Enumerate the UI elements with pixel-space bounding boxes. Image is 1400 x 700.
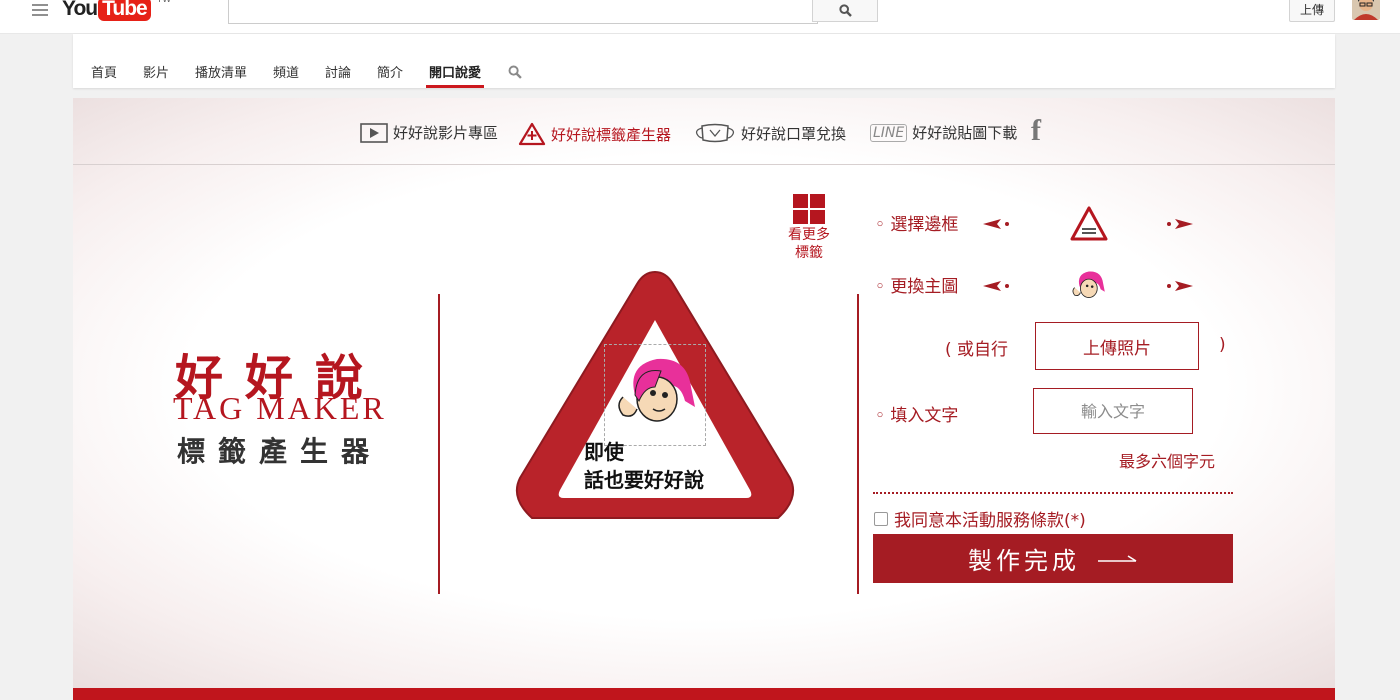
upload-photo-button[interactable]: 上傳照片 (1035, 322, 1199, 370)
image-label: ◦ 更換主圖 (875, 277, 959, 297)
image-prev-arrow-icon[interactable] (983, 280, 1011, 292)
search-icon (838, 3, 852, 17)
youtube-logo[interactable]: You Tube TW (62, 0, 171, 24)
or-self-label: ( 或自行 (945, 340, 1009, 360)
agree-checkbox[interactable] (874, 511, 888, 526)
banner-nav-label: 好好說標籤產生器 (551, 125, 672, 144)
logo-you: You (62, 0, 98, 20)
make-button-label: 製作完成 (968, 547, 1080, 575)
frame-prev-arrow-icon[interactable] (983, 218, 1011, 230)
agree-terms[interactable]: 我同意本活動服務條款(*) (874, 506, 1086, 531)
channel-nav: 首頁 影片 播放清單 頻道 討論 簡介 開口說愛 (73, 34, 1335, 88)
divider-left (438, 294, 440, 594)
text-label: ◦ 填入文字 (875, 406, 959, 426)
frame-next-arrow-icon[interactable] (1165, 218, 1193, 230)
tag-preview: 即使 話也要好好說 (510, 264, 800, 526)
logo-region: TW (156, 0, 172, 5)
tag-plus-icon (518, 122, 546, 146)
banner-nav-tag-generator[interactable]: 好好說標籤產生器 (518, 122, 671, 146)
more-tags-line1: 看更多 (788, 227, 830, 243)
search-button[interactable] (812, 0, 878, 22)
bottom-strip (73, 688, 1335, 700)
long-arrow-icon (1098, 553, 1138, 565)
mask-icon (694, 122, 736, 144)
brand-subtitle: 標籤產生器 (177, 435, 383, 468)
banner-nav-label: 好好說影片專區 (393, 124, 499, 142)
avatar[interactable] (1352, 0, 1380, 20)
masthead: You Tube TW 上傳 (0, 0, 1400, 34)
logo-tube: Tube (98, 0, 151, 21)
max-chars-hint: 最多六個字元 (1119, 452, 1216, 471)
upload-button[interactable]: 上傳 (1289, 0, 1335, 22)
banner-nav-label: 好好說貼圖下載 (912, 124, 1018, 142)
banner-nav-sticker-download[interactable]: LINE 好好說貼圖下載 (870, 122, 1017, 143)
image-thumbnail (1072, 271, 1105, 299)
tag-maker-banner: 好好說影片專區 好好說標籤產生器 好好說口罩兌換 LINE 好好說貼圖下載 f … (73, 98, 1335, 700)
tag-text-input[interactable] (1033, 388, 1193, 434)
photo-placeholder (604, 344, 706, 446)
tab-videos[interactable]: 影片 (143, 62, 169, 88)
more-tags-line2: 標籤 (795, 245, 823, 261)
line-icon: LINE (870, 123, 908, 142)
tag-text-line1: 即使 (584, 440, 624, 464)
banner-nav: 好好說影片專區 好好說標籤產生器 好好說口罩兌換 LINE 好好說貼圖下載 f (73, 98, 1335, 165)
agree-label: 我同意本活動服務條款(*) (894, 511, 1086, 531)
make-button[interactable]: 製作完成 (873, 534, 1233, 583)
tab-about[interactable]: 簡介 (377, 62, 403, 88)
frame-label: ◦ 選擇邊框 (875, 215, 959, 235)
tab-channels[interactable]: 頻道 (273, 62, 299, 88)
character-image (618, 358, 695, 422)
divider-right (857, 294, 859, 594)
more-tags-button[interactable]: 看更多 標籤 (779, 194, 839, 262)
tag-text: 即使 話也要好好說 (584, 438, 704, 494)
dotted-divider (873, 492, 1233, 494)
grid-icon (793, 194, 825, 224)
tab-playlists[interactable]: 播放清單 (195, 62, 247, 88)
tag-text-line2: 話也要好好說 (584, 468, 704, 492)
banner-nav-mask-exchange[interactable]: 好好說口罩兌換 (694, 122, 846, 144)
tab-discussion[interactable]: 討論 (325, 62, 351, 88)
facebook-icon[interactable]: f (1031, 114, 1041, 148)
close-paren: ) (1219, 335, 1226, 355)
image-next-arrow-icon[interactable] (1165, 280, 1193, 292)
tab-open-love[interactable]: 開口說愛 (426, 62, 485, 88)
channel-search-icon[interactable] (508, 64, 522, 83)
frame-thumbnail (1070, 206, 1108, 241)
guide-menu-icon[interactable] (32, 2, 48, 16)
tab-home[interactable]: 首頁 (91, 62, 117, 88)
brand-title-en: TAG MAKER (173, 390, 387, 426)
banner-nav-label: 好好說口罩兌換 (741, 124, 847, 143)
search-input[interactable] (228, 0, 818, 24)
play-icon (360, 122, 388, 143)
banner-nav-video-zone[interactable]: 好好說影片專區 (360, 122, 498, 143)
